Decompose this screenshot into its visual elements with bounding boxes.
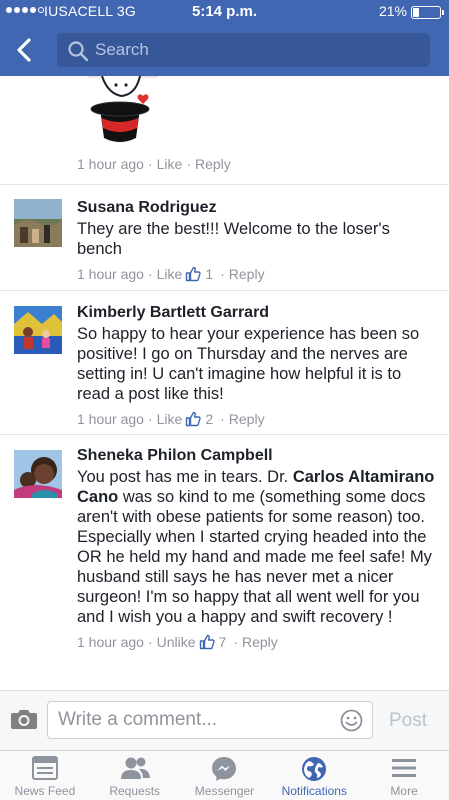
- comment-text: They are the best!!! Welcome to the lose…: [77, 220, 390, 258]
- top-bar: IUSACELL 3G 5:14 p.m. 21%: [0, 0, 449, 76]
- status-bar: IUSACELL 3G 5:14 p.m. 21%: [0, 0, 449, 24]
- magician-hat-sticker: [88, 76, 158, 142]
- tab-messenger[interactable]: Messenger: [180, 751, 270, 800]
- like-count[interactable]: 1: [185, 266, 213, 282]
- comment-timestamp: 1 hour ago: [77, 634, 144, 650]
- comment-input[interactable]: [58, 702, 328, 738]
- comment-meta: 1 hour ago · Like 2 · Reply: [77, 411, 265, 427]
- tab-requests[interactable]: Requests: [90, 751, 180, 800]
- avatar-photo: [14, 199, 62, 247]
- tab-news-feed[interactable]: News Feed: [0, 751, 90, 800]
- like-count[interactable]: 7: [199, 634, 226, 650]
- comment-text: You post has me in tears. Dr. Carlos Alt…: [77, 468, 435, 626]
- comment-body: Sheneka Philon Campbell You post has me …: [77, 446, 435, 652]
- avatar[interactable]: [14, 450, 62, 498]
- comment-item: 1 hour ago · Like · Reply: [0, 76, 449, 185]
- tab-label: Requests: [109, 784, 161, 798]
- news-feed-icon: [31, 756, 58, 780]
- comment-text: So happy to hear your experience has bee…: [77, 325, 420, 403]
- tab-more[interactable]: More: [359, 751, 449, 800]
- thumbs-up-icon: [199, 634, 215, 650]
- comment-author[interactable]: Kimberly Bartlett Garrard: [77, 303, 435, 323]
- comment-meta: 1 hour ago · Unlike 7 · Reply: [77, 634, 278, 650]
- thumbs-up-icon: [186, 266, 201, 282]
- comments-feed: 1 hour ago · Like · Reply Susana Rodrigu…: [0, 76, 449, 690]
- comment-timestamp: 1 hour ago: [77, 156, 144, 172]
- comment-item: Kimberly Bartlett Garrard So happy to he…: [0, 291, 449, 435]
- comment-author[interactable]: Sheneka Philon Campbell: [77, 446, 435, 466]
- unlike-button[interactable]: Unlike: [157, 634, 196, 650]
- like-button[interactable]: Like: [157, 156, 183, 172]
- avatar[interactable]: [14, 306, 62, 354]
- back-button[interactable]: [10, 33, 40, 67]
- comment-body: 1 hour ago · Like · Reply: [77, 149, 435, 174]
- tab-label: Notifications: [281, 784, 347, 798]
- comment-meta: 1 hour ago · Like 1 · Reply: [77, 266, 265, 282]
- tab-label: News Feed: [14, 784, 76, 798]
- comment-body: Kimberly Bartlett Garrard So happy to he…: [77, 303, 435, 429]
- comment-item: Susana Rodriguez They are the best!!! We…: [0, 185, 449, 291]
- tab-bar: News Feed Requests Messenger Notificatio…: [0, 750, 449, 800]
- comment-meta: 1 hour ago · Like · Reply: [77, 156, 231, 172]
- comment-timestamp: 1 hour ago: [77, 266, 144, 282]
- battery-icon: [411, 6, 444, 19]
- post-button[interactable]: Post: [389, 710, 427, 732]
- comment-item: Sheneka Philon Campbell You post has me …: [0, 435, 449, 690]
- comment-composer: Post: [0, 690, 449, 750]
- search-bar[interactable]: [57, 33, 430, 67]
- comment-timestamp: 1 hour ago: [77, 411, 144, 427]
- search-input[interactable]: [95, 33, 415, 67]
- like-button[interactable]: Like: [157, 411, 183, 427]
- reply-button[interactable]: Reply: [195, 156, 231, 172]
- camera-icon[interactable]: [10, 707, 38, 731]
- reply-button[interactable]: Reply: [229, 411, 265, 427]
- reply-button[interactable]: Reply: [242, 634, 278, 650]
- avatar-photo: [14, 450, 62, 498]
- battery-percent: 21%: [378, 3, 407, 19]
- tab-label: Messenger: [194, 784, 255, 798]
- comment-body: Susana Rodriguez They are the best!!! We…: [77, 198, 435, 284]
- friend-requests-icon: [120, 757, 150, 779]
- search-icon: [68, 41, 89, 62]
- messenger-icon: [212, 757, 237, 781]
- tab-label: More: [390, 784, 418, 798]
- avatar-photo: [14, 306, 62, 354]
- like-button[interactable]: Like: [157, 266, 183, 282]
- menu-icon: [392, 759, 417, 777]
- comment-author[interactable]: Susana Rodriguez: [77, 198, 435, 218]
- thumbs-up-icon: [186, 411, 201, 427]
- emoji-icon[interactable]: [340, 709, 363, 732]
- comment-field[interactable]: [47, 701, 373, 739]
- globe-icon: [302, 757, 327, 781]
- like-count[interactable]: 2: [185, 411, 213, 427]
- tab-notifications[interactable]: Notifications: [269, 751, 359, 800]
- reply-button[interactable]: Reply: [229, 266, 265, 282]
- avatar[interactable]: [14, 199, 62, 247]
- chevron-left-icon: [17, 38, 31, 62]
